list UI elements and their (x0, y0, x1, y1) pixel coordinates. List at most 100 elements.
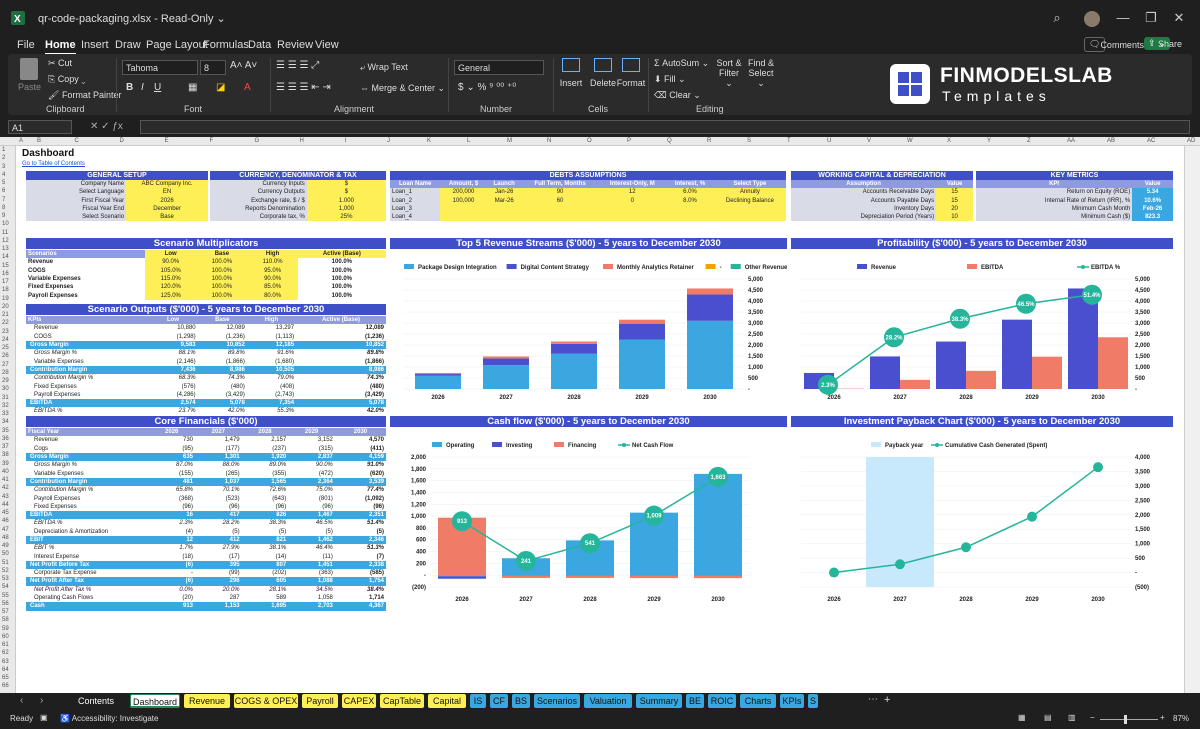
row-header[interactable]: 33 (2, 411, 9, 417)
row-header[interactable]: 63 (2, 659, 9, 665)
row-header[interactable]: 51 (2, 560, 9, 566)
page-layout-view-icon[interactable]: ▤ (1044, 713, 1052, 722)
comments-button[interactable]: 🗨 Comments (1084, 37, 1144, 52)
fill-color-icon[interactable]: ◪ (216, 82, 225, 93)
row-value[interactable]: 1.000 (306, 196, 386, 205)
tab-bs[interactable]: BS (512, 694, 530, 708)
row-header[interactable]: 5 (2, 180, 5, 186)
restore-icon[interactable]: ❐ (1142, 10, 1160, 28)
column-header[interactable]: L (467, 138, 470, 144)
row-header[interactable]: 28 (2, 370, 9, 376)
wrap-text-button[interactable]: ⤶ Wrap Text (360, 62, 408, 73)
bold-button[interactable]: B (126, 82, 133, 93)
tab-capex[interactable]: CAPEX (342, 694, 376, 708)
column-header[interactable]: U (827, 138, 831, 144)
name-box[interactable]: A1 (8, 120, 72, 134)
find-select-button[interactable]: Find & Select ⌄ (746, 58, 776, 89)
column-header[interactable]: V (867, 138, 871, 144)
row-header[interactable]: 40 (2, 469, 9, 475)
column-header[interactable]: H (300, 138, 304, 144)
row-value[interactable]: 2026 (126, 196, 208, 205)
row-value[interactable]: 25% (306, 213, 386, 222)
row-value[interactable]: 85.0% (247, 283, 298, 292)
row-header[interactable]: 64 (2, 667, 9, 673)
row-value[interactable] (440, 213, 487, 222)
tab-capital[interactable]: Capital (428, 694, 466, 708)
borders-icon[interactable]: ▦ (188, 82, 197, 93)
cut-button[interactable]: ✂ Cut (48, 58, 72, 69)
row-header[interactable]: 1 (2, 147, 5, 153)
row-value[interactable]: 823.3 (1132, 213, 1173, 222)
row-header[interactable]: 19 (2, 296, 9, 302)
row-value[interactable]: 100.0% (196, 266, 248, 275)
column-header[interactable]: B (37, 138, 41, 144)
tab-scenarios[interactable]: Scenarios (534, 694, 580, 708)
menu-review[interactable]: Review (277, 39, 313, 51)
row-header[interactable]: 22 (2, 320, 9, 326)
currency-icon[interactable]: $ ⌄ % ⁹ ⁰⁰ ⁺⁰ (458, 82, 516, 93)
row-header[interactable]: 23 (2, 329, 9, 335)
row-value[interactable]: 100.0% (196, 291, 248, 300)
column-header[interactable]: S (747, 138, 751, 144)
column-header[interactable]: X (947, 138, 951, 144)
row-header[interactable]: 34 (2, 419, 9, 425)
row-header[interactable]: 38 (2, 452, 9, 458)
underline-button[interactable]: U (154, 82, 161, 93)
column-header[interactable]: K (427, 138, 431, 144)
cancel-enter-icons[interactable]: ✕ ✓ ƒx (90, 121, 123, 132)
row-header[interactable]: 20 (2, 304, 9, 310)
tab-is[interactable]: IS (470, 694, 486, 708)
formula-input[interactable] (140, 120, 1190, 134)
format-painter-button[interactable]: 🖌 Format Painter (48, 90, 121, 101)
zoom-in-icon[interactable]: + (1160, 713, 1165, 722)
sheet-options-icon[interactable]: ⋯ (868, 694, 878, 705)
menu-draw[interactable]: Draw (115, 39, 141, 51)
tab-roic[interactable]: ROIC (708, 694, 736, 708)
row-header[interactable]: 49 (2, 543, 9, 549)
column-header[interactable]: AA (1067, 138, 1075, 144)
vertical-scrollbar[interactable] (1184, 146, 1200, 693)
row-value[interactable]: 80.0% (247, 291, 298, 300)
row-value[interactable]: 115.0% (145, 274, 197, 284)
font-grow-icon[interactable]: A˄ A˅ (230, 60, 257, 71)
row-value[interactable]: 10 (936, 213, 973, 222)
row-value[interactable]: 110.0% (247, 258, 298, 267)
tab-scroll-right-icon[interactable]: › (40, 695, 43, 706)
row-header[interactable]: 24 (2, 337, 9, 343)
row-header[interactable]: 4 (2, 172, 5, 178)
row-header[interactable]: 61 (2, 642, 9, 648)
row-header[interactable]: 52 (2, 568, 9, 574)
tab-revenue[interactable]: Revenue (184, 694, 230, 708)
row-header[interactable]: 14 (2, 254, 9, 260)
row-header[interactable]: 21 (2, 312, 9, 318)
tab-scroll-left-icon[interactable]: ‹ (20, 695, 23, 706)
row-header[interactable]: 25 (2, 345, 9, 351)
row-header[interactable]: 9 (2, 213, 5, 219)
row-header[interactable]: 47 (2, 527, 9, 533)
row-value[interactable]: $ (306, 180, 386, 189)
column-header[interactable]: C (75, 138, 79, 144)
row-value[interactable]: 6.0% (666, 188, 714, 197)
row-value[interactable] (666, 204, 714, 214)
zoom-level[interactable]: 87% (1173, 714, 1189, 723)
merge-center-button[interactable]: ⇔ Merge & Center ⌄ (360, 83, 445, 94)
row-header[interactable]: 60 (2, 634, 9, 640)
align-top-icon[interactable]: ☰ ☰ ☰ ⤢ (276, 60, 319, 71)
row-value[interactable] (486, 204, 522, 214)
row-value[interactable]: Feb-26 (1132, 204, 1173, 214)
row-header[interactable]: 42 (2, 485, 9, 491)
row-header[interactable]: 32 (2, 403, 9, 409)
row-header[interactable]: 57 (2, 609, 9, 615)
row-header[interactable]: 26 (2, 353, 9, 359)
column-header[interactable]: E (165, 138, 169, 144)
row-value[interactable]: 120.0% (145, 283, 197, 292)
row-value[interactable]: 100.0% (196, 274, 248, 284)
row-value[interactable]: 100.0% (196, 283, 248, 292)
tab-summary[interactable]: Summary (636, 694, 682, 708)
row-value[interactable]: Jan-26 (486, 188, 522, 197)
column-header[interactable]: I (345, 138, 347, 144)
row-header[interactable]: 17 (2, 279, 9, 285)
row-header[interactable]: 2 (2, 155, 5, 161)
row-header[interactable]: 48 (2, 535, 9, 541)
row-value[interactable]: 105.0% (145, 266, 197, 275)
